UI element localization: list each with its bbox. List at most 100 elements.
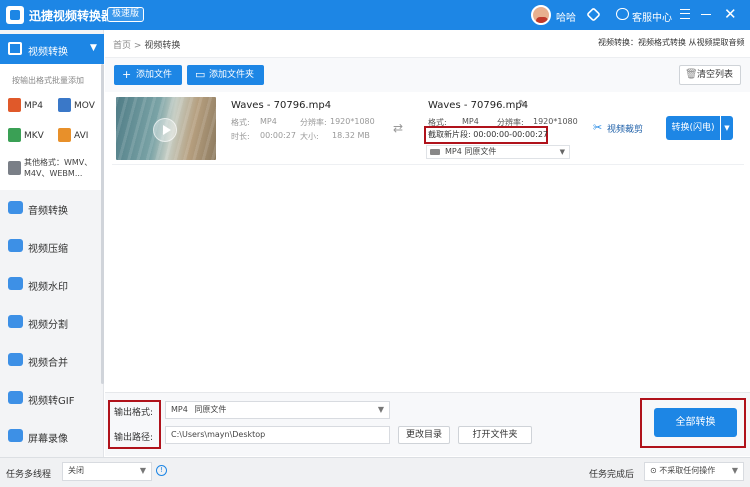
other-formats-icon — [8, 161, 21, 175]
add-folder-button[interactable]: ▭ 添加文件夹 — [187, 65, 264, 85]
source-size-value: 18.32 MB — [332, 131, 370, 140]
page-hint: 视频转换：视频格式转换 从视频提取音频 — [598, 38, 745, 47]
clip-label: 截取新片段: — [428, 130, 471, 139]
output-format-value: MP4 — [462, 117, 479, 126]
sidebar-scrollbar[interactable] — [101, 64, 104, 384]
source-size-label: 大小: — [300, 132, 319, 141]
convert-dropdown-icon[interactable]: ▼ — [721, 116, 733, 140]
gif-icon — [8, 391, 23, 404]
output-format-select[interactable]: MP4 同原文件 ▼ — [165, 401, 390, 419]
pencil-icon[interactable]: ✎ — [518, 99, 526, 110]
output-resolution-value: 1920*1080 — [533, 117, 578, 126]
output-format-sub: 同原文件 — [194, 405, 227, 414]
username[interactable]: 哈哈 — [556, 9, 576, 24]
clock-icon: ⊙ — [650, 466, 657, 475]
close-icon[interactable]: ✕ — [724, 5, 737, 23]
scissors-icon[interactable]: ✂ — [593, 121, 602, 134]
after-complete-select[interactable]: ⊙ 不采取任何操作 ▼ — [644, 462, 744, 481]
compress-icon — [8, 239, 23, 252]
audio-icon — [8, 201, 23, 214]
output-format-value: MP4 — [171, 405, 188, 414]
chevron-down-icon: ▼ — [559, 148, 565, 156]
open-folder-button[interactable]: 打开文件夹 — [458, 426, 532, 444]
sidebar-item-label: 视频分割 — [28, 320, 68, 331]
add-folder-label: 添加文件夹 — [209, 70, 255, 80]
info-icon[interactable]: ! — [156, 465, 167, 476]
chevron-down-icon: ▼ — [139, 466, 146, 475]
source-resolution-value: 1920*1080 — [330, 117, 375, 126]
output-format-dropdown[interactable]: MP4 同原文件 ▼ — [426, 145, 570, 159]
format-mkv[interactable]: MKV — [24, 131, 44, 141]
breadcrumb-current: 视频转换 — [144, 41, 181, 51]
split-icon — [8, 315, 23, 328]
avi-icon — [58, 128, 71, 142]
sidebar-item-label: 屏幕录像 — [28, 434, 68, 445]
video-convert-icon — [8, 42, 22, 55]
video-cut-link[interactable]: 视频裁剪 — [607, 122, 643, 135]
breadcrumb-home[interactable]: 首页 — [113, 41, 131, 51]
add-file-button[interactable]: + 添加文件 — [114, 65, 182, 85]
clear-list-label: 清空列表 — [697, 70, 734, 80]
multithread-label: 任务多线程 — [6, 470, 52, 480]
avatar[interactable] — [531, 5, 551, 25]
output-file-name: Waves - 70796.mp4 — [428, 100, 529, 111]
sidebar-item-label: 视频转GIF — [28, 396, 75, 407]
watermark-icon — [8, 277, 23, 290]
mkv-icon — [8, 128, 21, 142]
breadcrumb: 首页 > 视频转换 — [113, 38, 180, 51]
shuffle-icon: ⇄ — [393, 121, 404, 135]
output-path-input[interactable]: C:\Users\mayn\Desktop — [165, 426, 390, 444]
format-mp4[interactable]: MP4 — [24, 101, 43, 111]
sidebar-item-label: 音频转换 — [28, 206, 68, 217]
format-mov[interactable]: MOV — [74, 101, 95, 111]
format-other[interactable]: 其他格式：WMV、M4V、WEBM... — [24, 157, 100, 179]
source-resolution-label: 分辨率: — [300, 118, 327, 127]
output-format-sub: 同原文件 — [464, 147, 497, 156]
chevron-down-icon: ▼ — [90, 43, 97, 53]
add-file-label: 添加文件 — [136, 70, 173, 80]
after-complete-value: 不采取任何操作 — [659, 466, 716, 475]
source-duration-value: 00:00:27 — [260, 131, 296, 140]
source-duration-label: 时长: — [231, 132, 250, 141]
clip-range: 00:00:00-00:00:27 — [473, 130, 548, 139]
sidebar-item-merge[interactable]: 视频合并 — [0, 348, 100, 372]
after-complete-label: 任务完成后 — [589, 470, 635, 480]
source-format-label: 格式: — [231, 118, 250, 127]
clip-segment[interactable]: 截取新片段: 00:00:00-00:00:27 — [428, 129, 548, 140]
change-dir-button[interactable]: 更改目录 — [398, 426, 450, 444]
merge-icon — [8, 353, 23, 366]
plus-icon: + — [122, 68, 132, 81]
minimize-icon[interactable] — [701, 14, 711, 15]
output-format-field-label: 输出格式: — [114, 408, 154, 418]
sidebar-item-watermark[interactable]: 视频水印 — [0, 272, 100, 296]
trash-icon: 🗑 — [685, 69, 698, 80]
format-avi[interactable]: AVI — [74, 131, 88, 141]
speed-badge: 极速版 — [107, 7, 145, 22]
source-format-value: MP4 — [260, 117, 277, 126]
sidebar-item-audio[interactable]: 音频转换 — [0, 196, 100, 220]
chat-icon[interactable] — [616, 8, 629, 20]
menu-icon[interactable] — [680, 9, 690, 19]
sidebar-item-label: 视频压缩 — [28, 244, 68, 255]
app-title: 迅捷视频转换器 — [29, 9, 114, 23]
mov-icon — [58, 98, 71, 112]
chevron-down-icon: ▼ — [731, 466, 738, 475]
convert-all-button[interactable]: 全部转换 — [654, 408, 737, 437]
sidebar-item-gif[interactable]: 视频转GIF — [0, 386, 100, 410]
video-icon — [430, 149, 440, 155]
sidebar-item-video-convert[interactable]: 视频转换 ▼ — [0, 34, 104, 64]
sidebar-item-compress[interactable]: 视频压缩 — [0, 234, 100, 258]
sidebar-item-label: 视频水印 — [28, 282, 68, 293]
sidebar-item-record[interactable]: 屏幕录像 — [0, 424, 100, 448]
mp4-icon — [8, 98, 21, 112]
breadcrumb-separator: > — [133, 41, 142, 51]
clear-list-button[interactable]: 🗑 清空列表 — [679, 65, 741, 85]
multithread-select[interactable]: 关闭 ▼ — [62, 462, 152, 481]
source-file-name: Waves - 70796.mp4 — [231, 100, 332, 111]
multithread-value: 关闭 — [68, 466, 84, 475]
sidebar-item-split[interactable]: 视频分割 — [0, 310, 100, 334]
format-hint: 按输出格式批量添加 — [12, 76, 84, 85]
customer-service-link[interactable]: 客服中心 — [632, 9, 672, 24]
play-icon[interactable] — [153, 118, 177, 142]
convert-button[interactable]: 转换(闪电) — [666, 116, 720, 140]
